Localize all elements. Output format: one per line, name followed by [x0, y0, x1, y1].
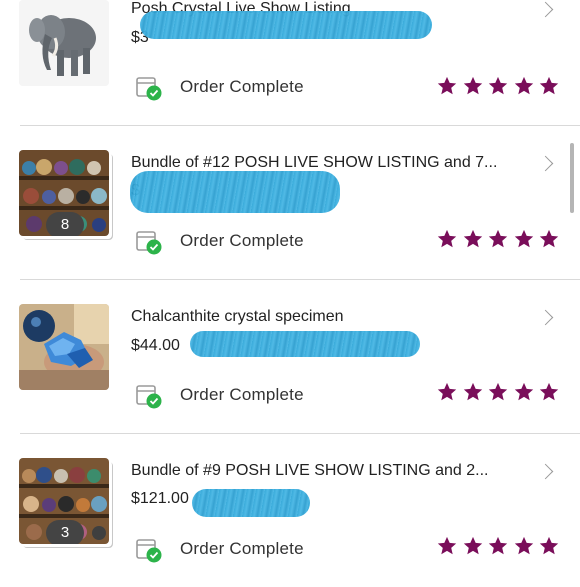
star-icon — [514, 229, 533, 248]
star-icon — [514, 382, 533, 401]
star-icon — [463, 382, 482, 401]
star-icon — [437, 76, 457, 95]
star-icon — [539, 382, 559, 401]
chevron-right-icon[interactable] — [537, 155, 554, 172]
elephant-image — [19, 0, 109, 86]
redaction-mark — [190, 331, 420, 357]
redaction-mark — [140, 11, 432, 39]
redaction-mark — [192, 489, 310, 517]
star-icon — [514, 536, 533, 555]
star-icon — [463, 536, 482, 555]
order-title[interactable]: Chalcanthite crystal specimen — [131, 308, 531, 326]
order-complete-icon — [136, 77, 162, 101]
scrollbar[interactable] — [570, 143, 574, 213]
rating-stars — [436, 535, 560, 557]
order-thumbnail[interactable] — [19, 304, 109, 390]
item-count-badge: 8 — [46, 212, 84, 236]
chevron-right-icon[interactable] — [537, 309, 554, 326]
star-icon — [463, 229, 482, 248]
star-icon — [539, 536, 559, 555]
order-title[interactable]: Bundle of #9 POSH LIVE SHOW LISTING and … — [131, 462, 531, 480]
order-status: Order Complete — [180, 539, 304, 558]
order-status: Order Complete — [180, 77, 304, 96]
order-row[interactable]: Chalcanthite crystal specimen $44.00 Ord… — [0, 279, 580, 433]
chevron-right-icon[interactable] — [537, 1, 554, 18]
item-count-badge: 3 — [46, 520, 84, 544]
rating-stars — [436, 75, 560, 97]
star-icon — [437, 229, 457, 248]
order-row[interactable]: 3 Bundle of #9 POSH LIVE SHOW LISTING an… — [0, 433, 580, 587]
order-complete-icon — [136, 231, 162, 255]
star-icon — [488, 382, 508, 401]
star-icon — [437, 382, 457, 401]
order-price: $121.00 — [131, 490, 189, 507]
star-icon — [437, 536, 457, 555]
order-complete-icon — [136, 385, 162, 409]
star-icon — [488, 76, 508, 95]
rating-stars — [436, 381, 560, 403]
star-icon — [488, 536, 508, 555]
rating-stars — [436, 228, 560, 250]
chalcanthite-image — [19, 304, 109, 390]
order-thumbnail[interactable]: 3 — [19, 458, 109, 544]
order-row[interactable]: Posh Crystal Live Show Listing $3 Order … — [0, 0, 580, 125]
order-thumbnail[interactable]: 8 — [19, 150, 109, 236]
star-icon — [539, 76, 559, 95]
order-thumbnail[interactable] — [19, 0, 109, 86]
order-complete-icon — [136, 539, 162, 563]
order-status: Order Complete — [180, 231, 304, 250]
star-icon — [488, 229, 508, 248]
order-price: $44.00 — [131, 337, 180, 354]
chevron-right-icon[interactable] — [537, 463, 554, 480]
star-icon — [539, 229, 559, 248]
order-status: Order Complete — [180, 385, 304, 404]
order-title[interactable]: Bundle of #12 POSH LIVE SHOW LISTING and… — [131, 154, 531, 172]
redaction-mark — [130, 171, 340, 213]
star-icon — [463, 76, 482, 95]
order-row[interactable]: 8 Bundle of #12 POSH LIVE SHOW LISTING a… — [0, 125, 580, 279]
star-icon — [514, 76, 533, 95]
